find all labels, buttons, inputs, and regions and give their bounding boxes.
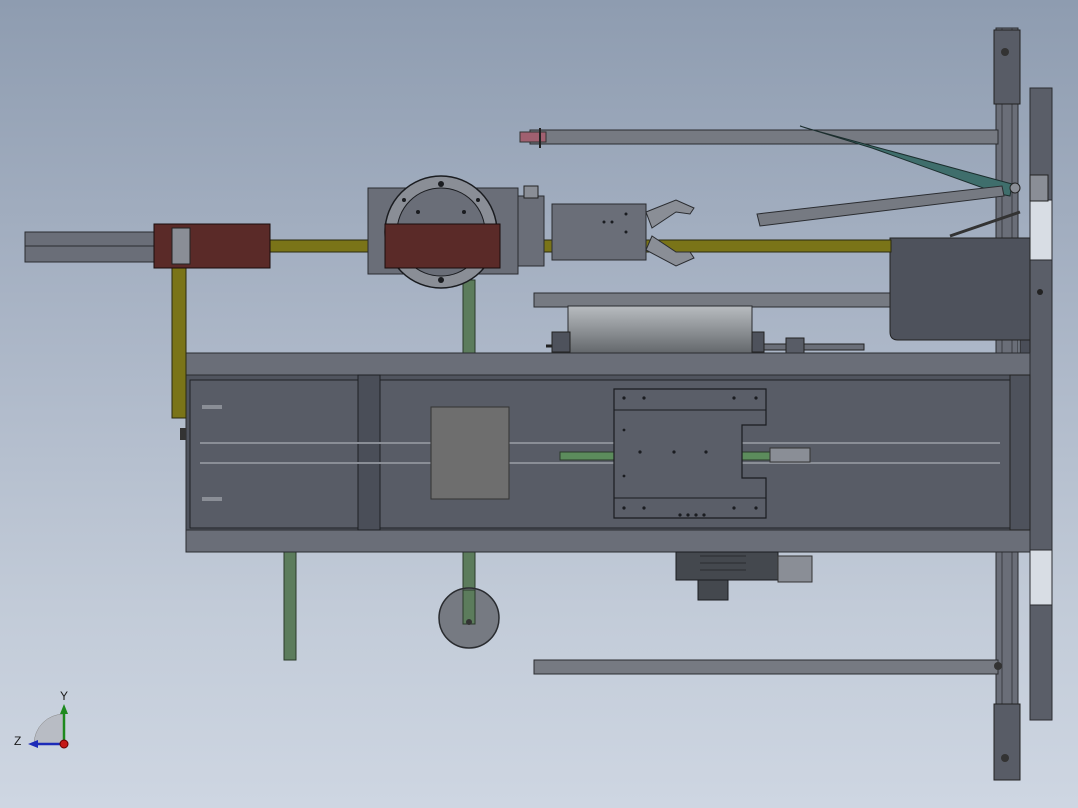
- z-axis-label: Z: [14, 734, 21, 748]
- coordinate-triad: Y Z: [14, 689, 69, 749]
- drive-motor: [675, 551, 813, 601]
- x-axis-point: [59, 739, 69, 749]
- feed-roller: [546, 305, 865, 357]
- machine-drawing: Y Z: [14, 27, 1053, 781]
- lower-arm: [533, 659, 1002, 675]
- gripper: [551, 199, 695, 267]
- y-axis-label: Y: [60, 689, 68, 703]
- main-frame: [185, 352, 1031, 553]
- lower-wheel: [438, 587, 500, 649]
- cad-viewport[interactable]: Y Z: [0, 0, 1078, 808]
